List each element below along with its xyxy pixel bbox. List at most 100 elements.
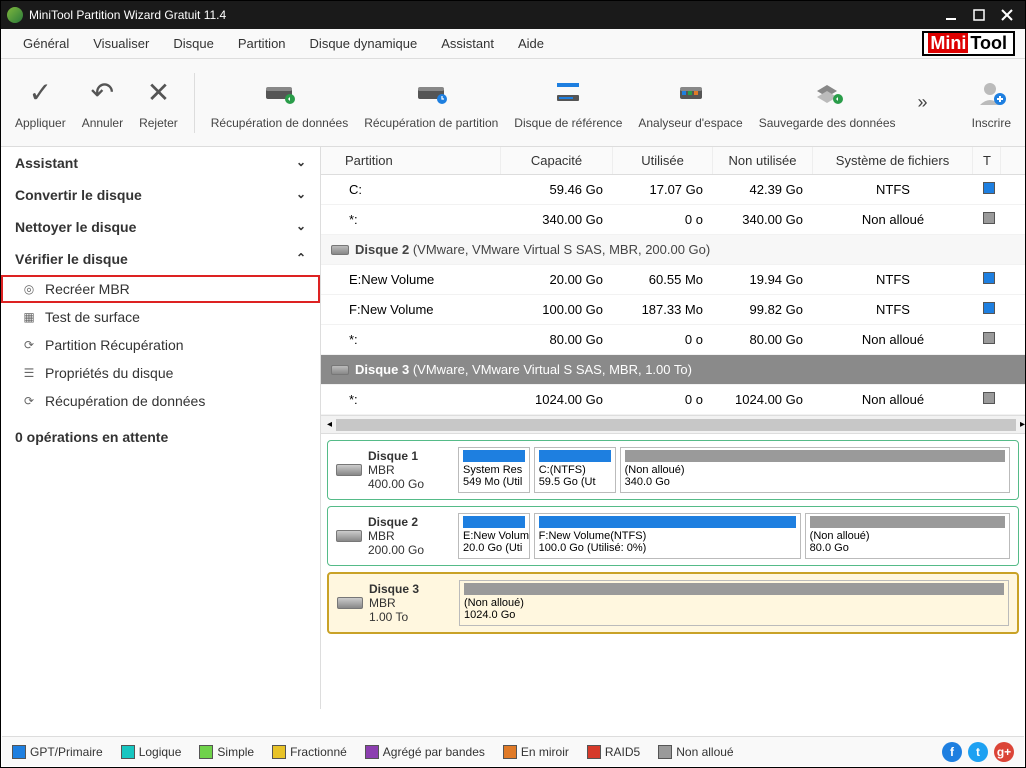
menu-aide[interactable]: Aide: [506, 32, 556, 55]
sidebar-cat-assistant[interactable]: Assistant⌄: [1, 147, 320, 179]
legend-item: Agrégé par bandes: [365, 745, 485, 759]
partition-table: Partition Capacité Utilisée Non utilisée…: [321, 147, 1025, 709]
minimize-button[interactable]: [939, 5, 963, 25]
col-free[interactable]: Non utilisée: [713, 147, 813, 174]
discard-button[interactable]: ✕Rejeter: [131, 72, 186, 134]
partition-segment[interactable]: (Non alloué)1024.0 Go: [459, 580, 1009, 626]
data-recovery-button[interactable]: Récupération de données: [203, 72, 356, 134]
disk-maps: Disque 1MBR400.00 GoSystem Res549 Mo (Ut…: [321, 433, 1025, 646]
target-icon: ◎: [21, 281, 37, 297]
partition-row[interactable]: *:340.00 Go0 o340.00 GoNon alloué: [321, 205, 1025, 235]
app-icon: [7, 7, 23, 23]
col-used[interactable]: Utilisée: [613, 147, 713, 174]
cross-icon: ✕: [139, 76, 178, 110]
menu-visualiser[interactable]: Visualiser: [81, 32, 161, 55]
space-analyzer-button[interactable]: Analyseur d'espace: [630, 72, 750, 134]
partition-segment[interactable]: (Non alloué)340.0 Go: [620, 447, 1010, 493]
data-backup-button[interactable]: Sauvegarde des données: [751, 72, 904, 134]
partition-segment[interactable]: E:New Volum20.0 Go (Uti: [458, 513, 530, 559]
sidebar-item-recréer-mbr[interactable]: ◎ Recréer MBR: [1, 275, 320, 303]
legend-item: Fractionné: [272, 745, 347, 759]
partition-segment[interactable]: F:New Volume(NTFS)100.0 Go (Utilisé: 0%): [534, 513, 801, 559]
grid-icon: ▦: [21, 309, 37, 325]
menu-assistant[interactable]: Assistant: [429, 32, 506, 55]
partition-row[interactable]: C:59.46 Go17.07 Go42.39 GoNTFS: [321, 175, 1025, 205]
menu-disque-dynamique[interactable]: Disque dynamique: [298, 32, 430, 55]
sidebar-cat-vérifier-le-disque[interactable]: Vérifier le disque⌃: [1, 243, 320, 275]
recover-icon: ⟳: [21, 337, 37, 353]
twitter-icon[interactable]: t: [968, 742, 988, 762]
sidebar-item-label: Recréer MBR: [45, 281, 130, 297]
col-type[interactable]: T: [973, 147, 1001, 174]
disk-icon: [331, 365, 349, 375]
sidebar-item-label: Récupération de données: [45, 393, 205, 409]
partition-row[interactable]: E:New Volume20.00 Go60.55 Mo19.94 GoNTFS: [321, 265, 1025, 295]
col-fs[interactable]: Système de fichiers: [813, 147, 973, 174]
sidebar-item-récupération-de-données[interactable]: ⟳ Récupération de données: [1, 387, 320, 415]
maximize-button[interactable]: [967, 5, 991, 25]
backup-icon: [759, 76, 896, 110]
analyzer-icon: [638, 76, 742, 110]
pending-operations: 0 opérations en attente: [1, 415, 320, 459]
sidebar-item-propriétés-du-disque[interactable]: ☰ Propriétés du disque: [1, 359, 320, 387]
disk-map[interactable]: Disque 2MBR200.00 GoE:New Volum20.0 Go (…: [327, 506, 1019, 566]
sidebar: Assistant⌄Convertir le disque⌄Nettoyer l…: [1, 147, 321, 709]
legend-item: RAID5: [587, 745, 640, 759]
status-bar: GPT/Primaire Logique Simple Fractionné Agrég…: [2, 736, 1024, 766]
legend-item: Simple: [199, 745, 254, 759]
google-plus-icon[interactable]: g+: [994, 742, 1014, 762]
disk-header[interactable]: Disque 3 (VMware, VMware Virtual S SAS, …: [321, 355, 1025, 385]
sidebar-cat-nettoyer-le-disque[interactable]: Nettoyer le disque⌄: [1, 211, 320, 243]
undo-icon: ↶: [82, 76, 123, 110]
props-icon: ☰: [21, 365, 37, 381]
undo-button[interactable]: ↶Annuler: [74, 72, 131, 134]
title-bar: MiniTool Partition Wizard Gratuit 11.4: [1, 1, 1025, 29]
toolbar: ✓Appliquer ↶Annuler ✕Rejeter Récupératio…: [1, 59, 1025, 147]
legend-item: Logique: [121, 745, 182, 759]
benchmark-icon: [514, 76, 622, 110]
legend-item: GPT/Primaire: [12, 745, 103, 759]
menu-bar: GénéralVisualiserDisquePartitionDisque d…: [1, 29, 1025, 59]
sidebar-item-label: Partition Récupération: [45, 337, 184, 353]
disk-icon: [336, 464, 362, 476]
sidebar-cat-convertir-le-disque[interactable]: Convertir le disque⌄: [1, 179, 320, 211]
disk-icon: [337, 597, 363, 609]
window-title: MiniTool Partition Wizard Gratuit 11.4: [29, 8, 226, 22]
col-partition[interactable]: Partition: [321, 147, 501, 174]
partition-segment[interactable]: (Non alloué)80.0 Go: [805, 513, 1010, 559]
sidebar-item-label: Propriétés du disque: [45, 365, 173, 381]
disk-icon: [336, 530, 362, 542]
facebook-icon[interactable]: f: [942, 742, 962, 762]
disk-map[interactable]: Disque 1MBR400.00 GoSystem Res549 Mo (Ut…: [327, 440, 1019, 500]
legend-item: Non alloué: [658, 745, 733, 759]
recover-icon: ⟳: [21, 393, 37, 409]
chevron-up-icon: ⌃: [296, 251, 306, 267]
menu-général[interactable]: Général: [11, 32, 81, 55]
sidebar-item-test-de-surface[interactable]: ▦ Test de surface: [1, 303, 320, 331]
sidebar-item-label: Test de surface: [45, 309, 140, 325]
toolbar-more-button[interactable]: »: [904, 92, 942, 113]
partition-row[interactable]: *:1024.00 Go0 o1024.00 GoNon alloué: [321, 385, 1025, 415]
partition-recovery-button[interactable]: Récupération de partition: [356, 72, 506, 134]
horizontal-scrollbar[interactable]: ◂▸: [321, 415, 1025, 433]
partition-segment[interactable]: C:(NTFS)59.5 Go (Ut: [534, 447, 616, 493]
table-header: Partition Capacité Utilisée Non utilisée…: [321, 147, 1025, 175]
partition-segment[interactable]: System Res549 Mo (Util: [458, 447, 530, 493]
disk-benchmark-button[interactable]: Disque de référence: [506, 72, 630, 134]
chevron-down-icon: ⌄: [296, 219, 306, 235]
close-button[interactable]: [995, 5, 1019, 25]
sidebar-item-partition-récupération[interactable]: ⟳ Partition Récupération: [1, 331, 320, 359]
partition-row[interactable]: F:New Volume100.00 Go187.33 Mo99.82 GoNT…: [321, 295, 1025, 325]
chevron-down-icon: ⌄: [296, 187, 306, 203]
legend-item: En miroir: [503, 745, 569, 759]
partition-row[interactable]: *:80.00 Go0 o80.00 GoNon alloué: [321, 325, 1025, 355]
disk-icon: [331, 245, 349, 255]
menu-partition[interactable]: Partition: [226, 32, 298, 55]
disk-header[interactable]: Disque 2 (VMware, VMware Virtual S SAS, …: [321, 235, 1025, 265]
disk-map[interactable]: Disque 3MBR1.00 To(Non alloué)1024.0 Go: [327, 572, 1019, 634]
drive-recover-icon: [211, 76, 348, 110]
menu-disque[interactable]: Disque: [161, 32, 225, 55]
col-capacity[interactable]: Capacité: [501, 147, 613, 174]
apply-button[interactable]: ✓Appliquer: [7, 72, 74, 134]
signup-button[interactable]: Inscrire: [964, 72, 1019, 134]
